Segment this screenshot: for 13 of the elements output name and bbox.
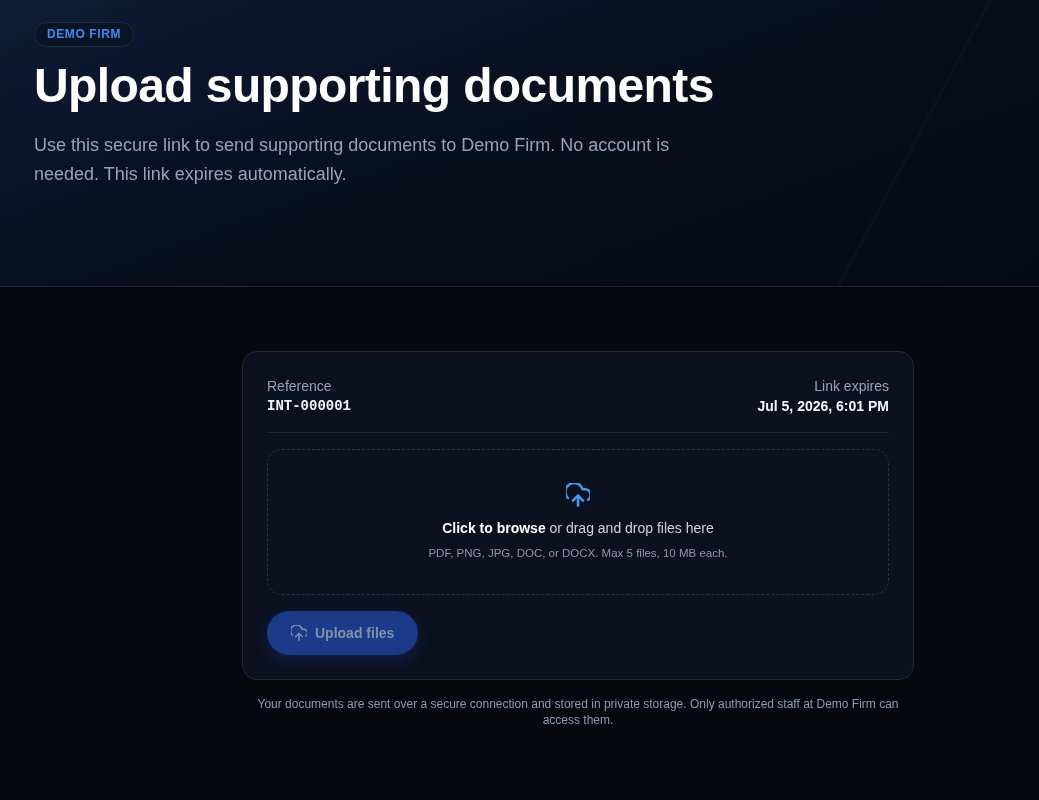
expiry-date: Jul 5, 2026, 6:01 PM bbox=[757, 397, 889, 416]
page-title: Upload supporting documents bbox=[34, 58, 715, 114]
file-drop-zone[interactable]: Click to browse or drag and drop files here PDF, PNG, JPG, DOC, or DOCX. Max 5 files, 10 MB each. bbox=[267, 449, 889, 595]
dropzone-prompt: Click to browse or drag and drop files here bbox=[442, 519, 714, 538]
cloud-upload-icon bbox=[566, 483, 590, 507]
reference-number: INT-000001 bbox=[267, 397, 351, 416]
security-note: Your documents are sent over a secure connection and stored in private storage. Only authorized staff at Demo Firm can access them. bbox=[256, 696, 900, 728]
expiry-label: Link expires bbox=[814, 377, 889, 396]
file-requirements-hint: PDF, PNG, JPG, DOC, or DOCX. Max 5 files, 10 MB each. bbox=[428, 546, 728, 561]
firm-badge: DEMO FIRM bbox=[34, 22, 135, 47]
reference-label: Reference bbox=[267, 377, 332, 396]
page-description: Use this secure link to send supporting documents to Demo Firm. No account is needed. This link expires automatically. bbox=[34, 134, 671, 186]
cloud-upload-icon bbox=[291, 625, 307, 641]
